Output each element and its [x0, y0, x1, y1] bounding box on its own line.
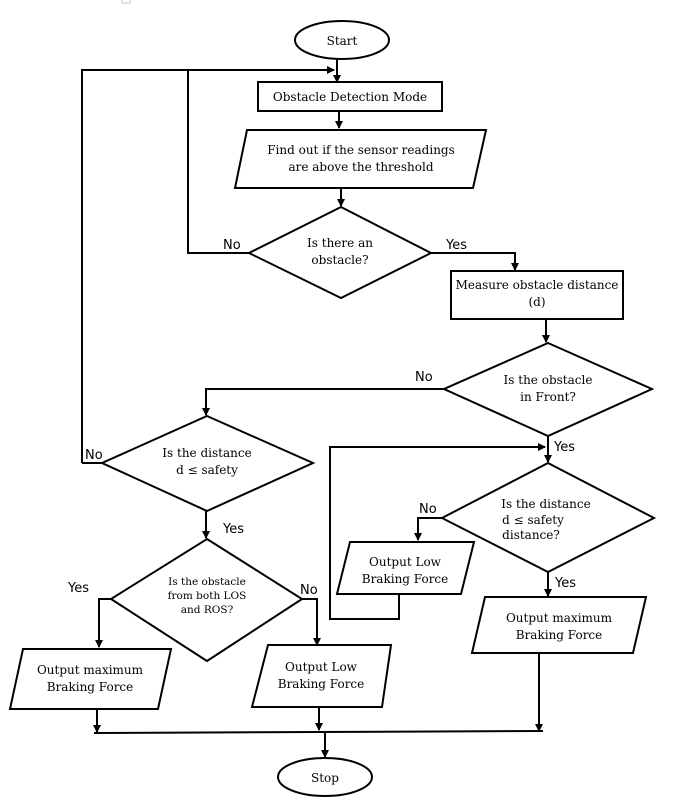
front-low-force-line-2: Braking Force: [362, 572, 449, 586]
side-distance-line-2: d ≤ safety: [176, 463, 238, 477]
detection-mode-label: Obstacle Detection Mode: [273, 90, 427, 104]
side-distance-decision: Is the distance d ≤ safety: [99, 414, 316, 513]
front-distance-line-1: Is the distance: [501, 497, 590, 511]
measure-distance-line-2: (d): [528, 295, 545, 309]
edge-obstacle-yes: [431, 252, 519, 271]
stop-terminator: Stop: [277, 757, 373, 797]
edge-both-no: [302, 598, 321, 646]
side-distance-yes-label: Yes: [222, 522, 244, 537]
side-max-force-data: Output maximum Braking Force: [8, 648, 173, 710]
front-distance-yes-label: Yes: [554, 576, 576, 591]
start-terminator: Start: [294, 20, 390, 60]
edge-both-yes: [95, 598, 111, 648]
both-sides-decision: Is the obstacle from both LOS and ROS?: [109, 537, 304, 663]
side-max-force-line-1: Output maximum: [37, 663, 144, 677]
front-max-force-line-1: Output maximum: [506, 611, 613, 625]
front-distance-line-2: d ≤ safety: [502, 513, 564, 527]
edge-front-no: [202, 388, 445, 416]
front-distance-line-3: distance?: [502, 528, 560, 542]
side-low-force-line-2: Braking Force: [278, 677, 365, 691]
front-distance-no-label: No: [419, 502, 437, 517]
sensor-check-line-2: are above the threshold: [288, 160, 433, 174]
both-sides-line-2: from both LOS: [168, 590, 247, 602]
is-obstacle-line-1: Is there an: [307, 236, 373, 250]
measure-distance-process: Measure obstacle distance (d): [450, 270, 624, 320]
sensor-check-data: Find out if the sensor readings are abov…: [233, 129, 488, 189]
measure-distance-line-1: Measure obstacle distance: [456, 278, 619, 292]
both-sides-line-3: and ROS?: [181, 604, 234, 616]
front-no-label: No: [415, 370, 433, 385]
sensor-check-line-1: Find out if the sensor readings: [267, 143, 455, 157]
flowchart-canvas: Start Obstacle Detection Mode Find out i…: [8, 0, 657, 797]
front-max-force-line-2: Braking Force: [516, 628, 603, 642]
front-distance-decision: Is the distance d ≤ safety distance?: [439, 461, 657, 574]
in-front-line-2: in Front?: [520, 390, 576, 404]
front-low-force-line-1: Output Low: [369, 555, 442, 569]
front-yes-label: Yes: [553, 440, 575, 455]
both-sides-line-1: Is the obstacle: [168, 576, 246, 588]
obstacle-no-label: No: [223, 238, 241, 253]
merge-bar: [93, 730, 544, 734]
front-low-force-data: Output Low Braking Force: [335, 541, 476, 595]
start-label: Start: [327, 34, 358, 48]
both-yes-label: Yes: [67, 581, 89, 596]
side-distance-no-label: No: [85, 448, 103, 463]
side-low-force-data: Output Low Braking Force: [250, 644, 393, 708]
edge-front-distance-no: [414, 517, 442, 541]
front-max-force-data: Output maximum Braking Force: [470, 596, 648, 654]
both-no-label: No: [300, 583, 318, 598]
in-front-decision: Is the obstacle in Front?: [441, 341, 655, 438]
is-obstacle-line-2: obstacle?: [311, 253, 368, 267]
side-low-force-line-1: Output Low: [285, 660, 358, 674]
obstacle-yes-label: Yes: [445, 238, 467, 253]
side-distance-line-1: Is the distance: [162, 446, 251, 460]
detection-mode-process: Obstacle Detection Mode: [257, 81, 443, 112]
side-max-force-line-2: Braking Force: [47, 680, 134, 694]
in-front-line-1: Is the obstacle: [504, 373, 593, 387]
stop-label: Stop: [311, 771, 339, 785]
is-obstacle-decision: Is there an obstacle?: [246, 205, 434, 300]
corner-artifact: [121, 0, 131, 4]
